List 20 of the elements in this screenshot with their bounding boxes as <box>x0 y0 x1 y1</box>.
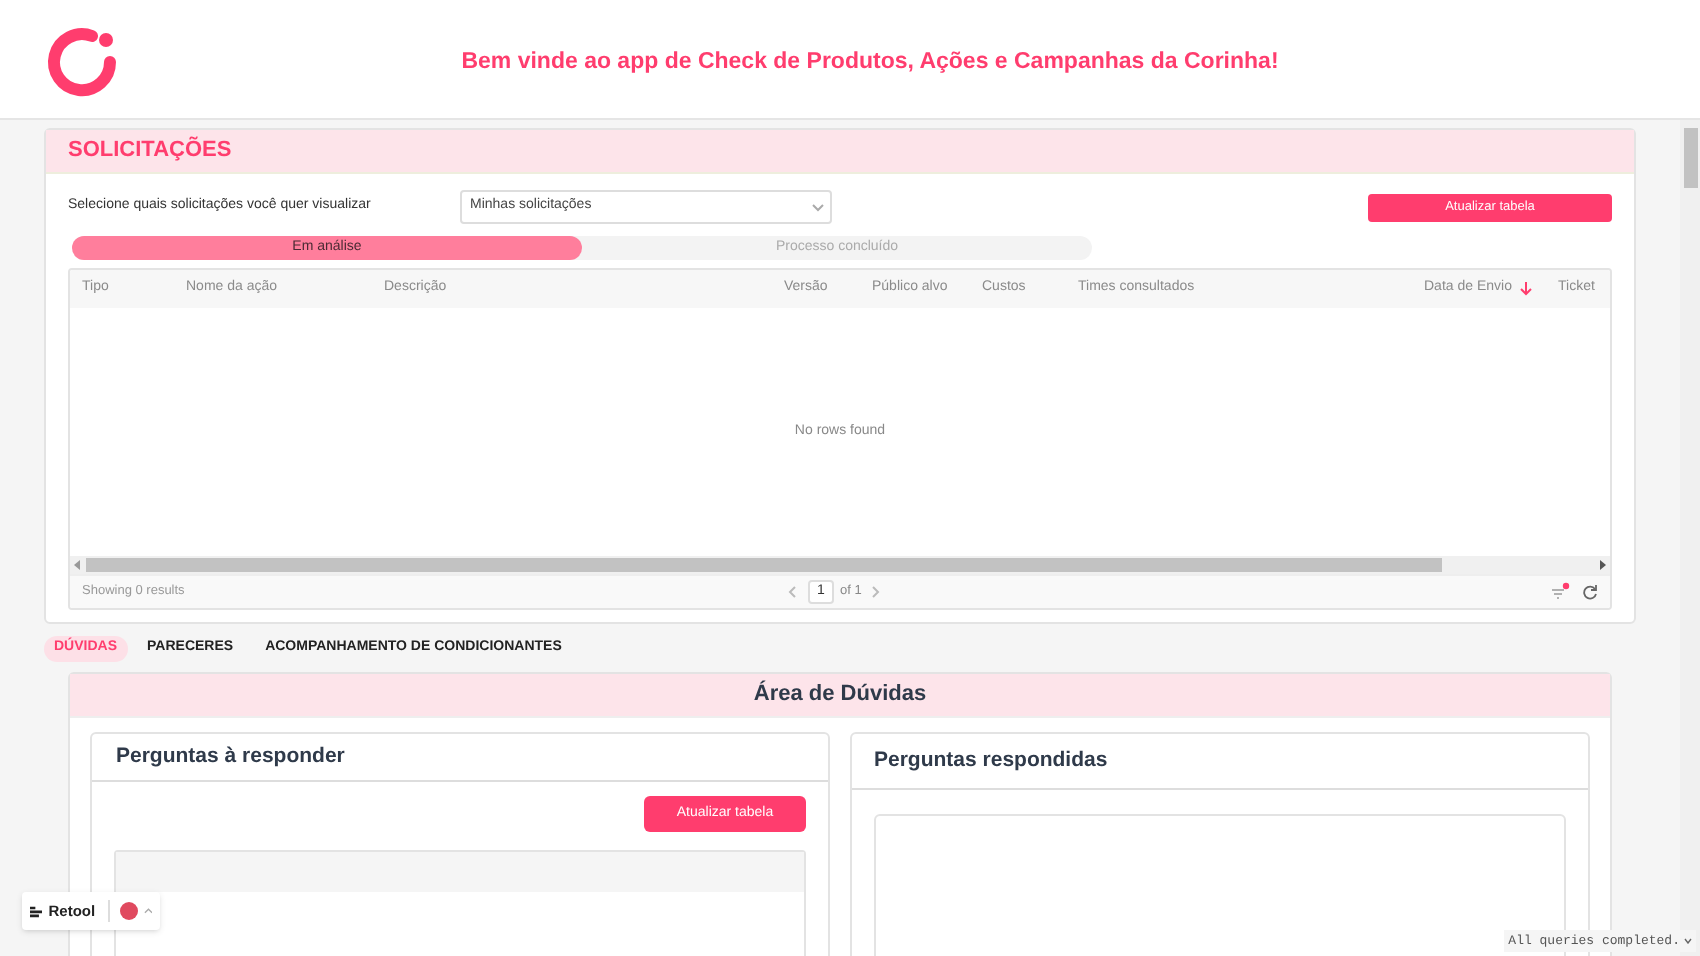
refresh-icon[interactable] <box>1582 584 1598 600</box>
horizontal-scrollbar-thumb[interactable] <box>86 558 1442 572</box>
scroll-left-icon[interactable] <box>74 560 82 570</box>
chevron-up-icon[interactable] <box>143 908 152 914</box>
panel-title: SOLICITAÇÕES <box>68 134 232 167</box>
avatar[interactable] <box>120 902 138 920</box>
chevron-right-icon[interactable] <box>871 586 880 598</box>
card-title: Perguntas à responder <box>116 741 345 772</box>
retool-logo-icon <box>30 905 43 917</box>
filter-icon[interactable] <box>1550 582 1570 602</box>
card-title: Perguntas respondidas <box>874 745 1108 776</box>
chevron-down-icon <box>812 203 824 211</box>
vertical-scrollbar[interactable] <box>1680 120 1700 956</box>
app-title: Bem vinde ao app de Check de Produtos, Ações e Campanhas da Corinha! <box>461 49 1279 73</box>
chevron-down-icon[interactable] <box>1684 938 1692 944</box>
chevron-left-icon[interactable] <box>788 586 796 598</box>
scroll-right-icon[interactable] <box>1598 560 1606 570</box>
panel-title: Área de Dúvidas <box>753 678 927 711</box>
scrollbar-thumb[interactable] <box>1683 128 1697 188</box>
sort-arrow-icon <box>1519 282 1532 296</box>
